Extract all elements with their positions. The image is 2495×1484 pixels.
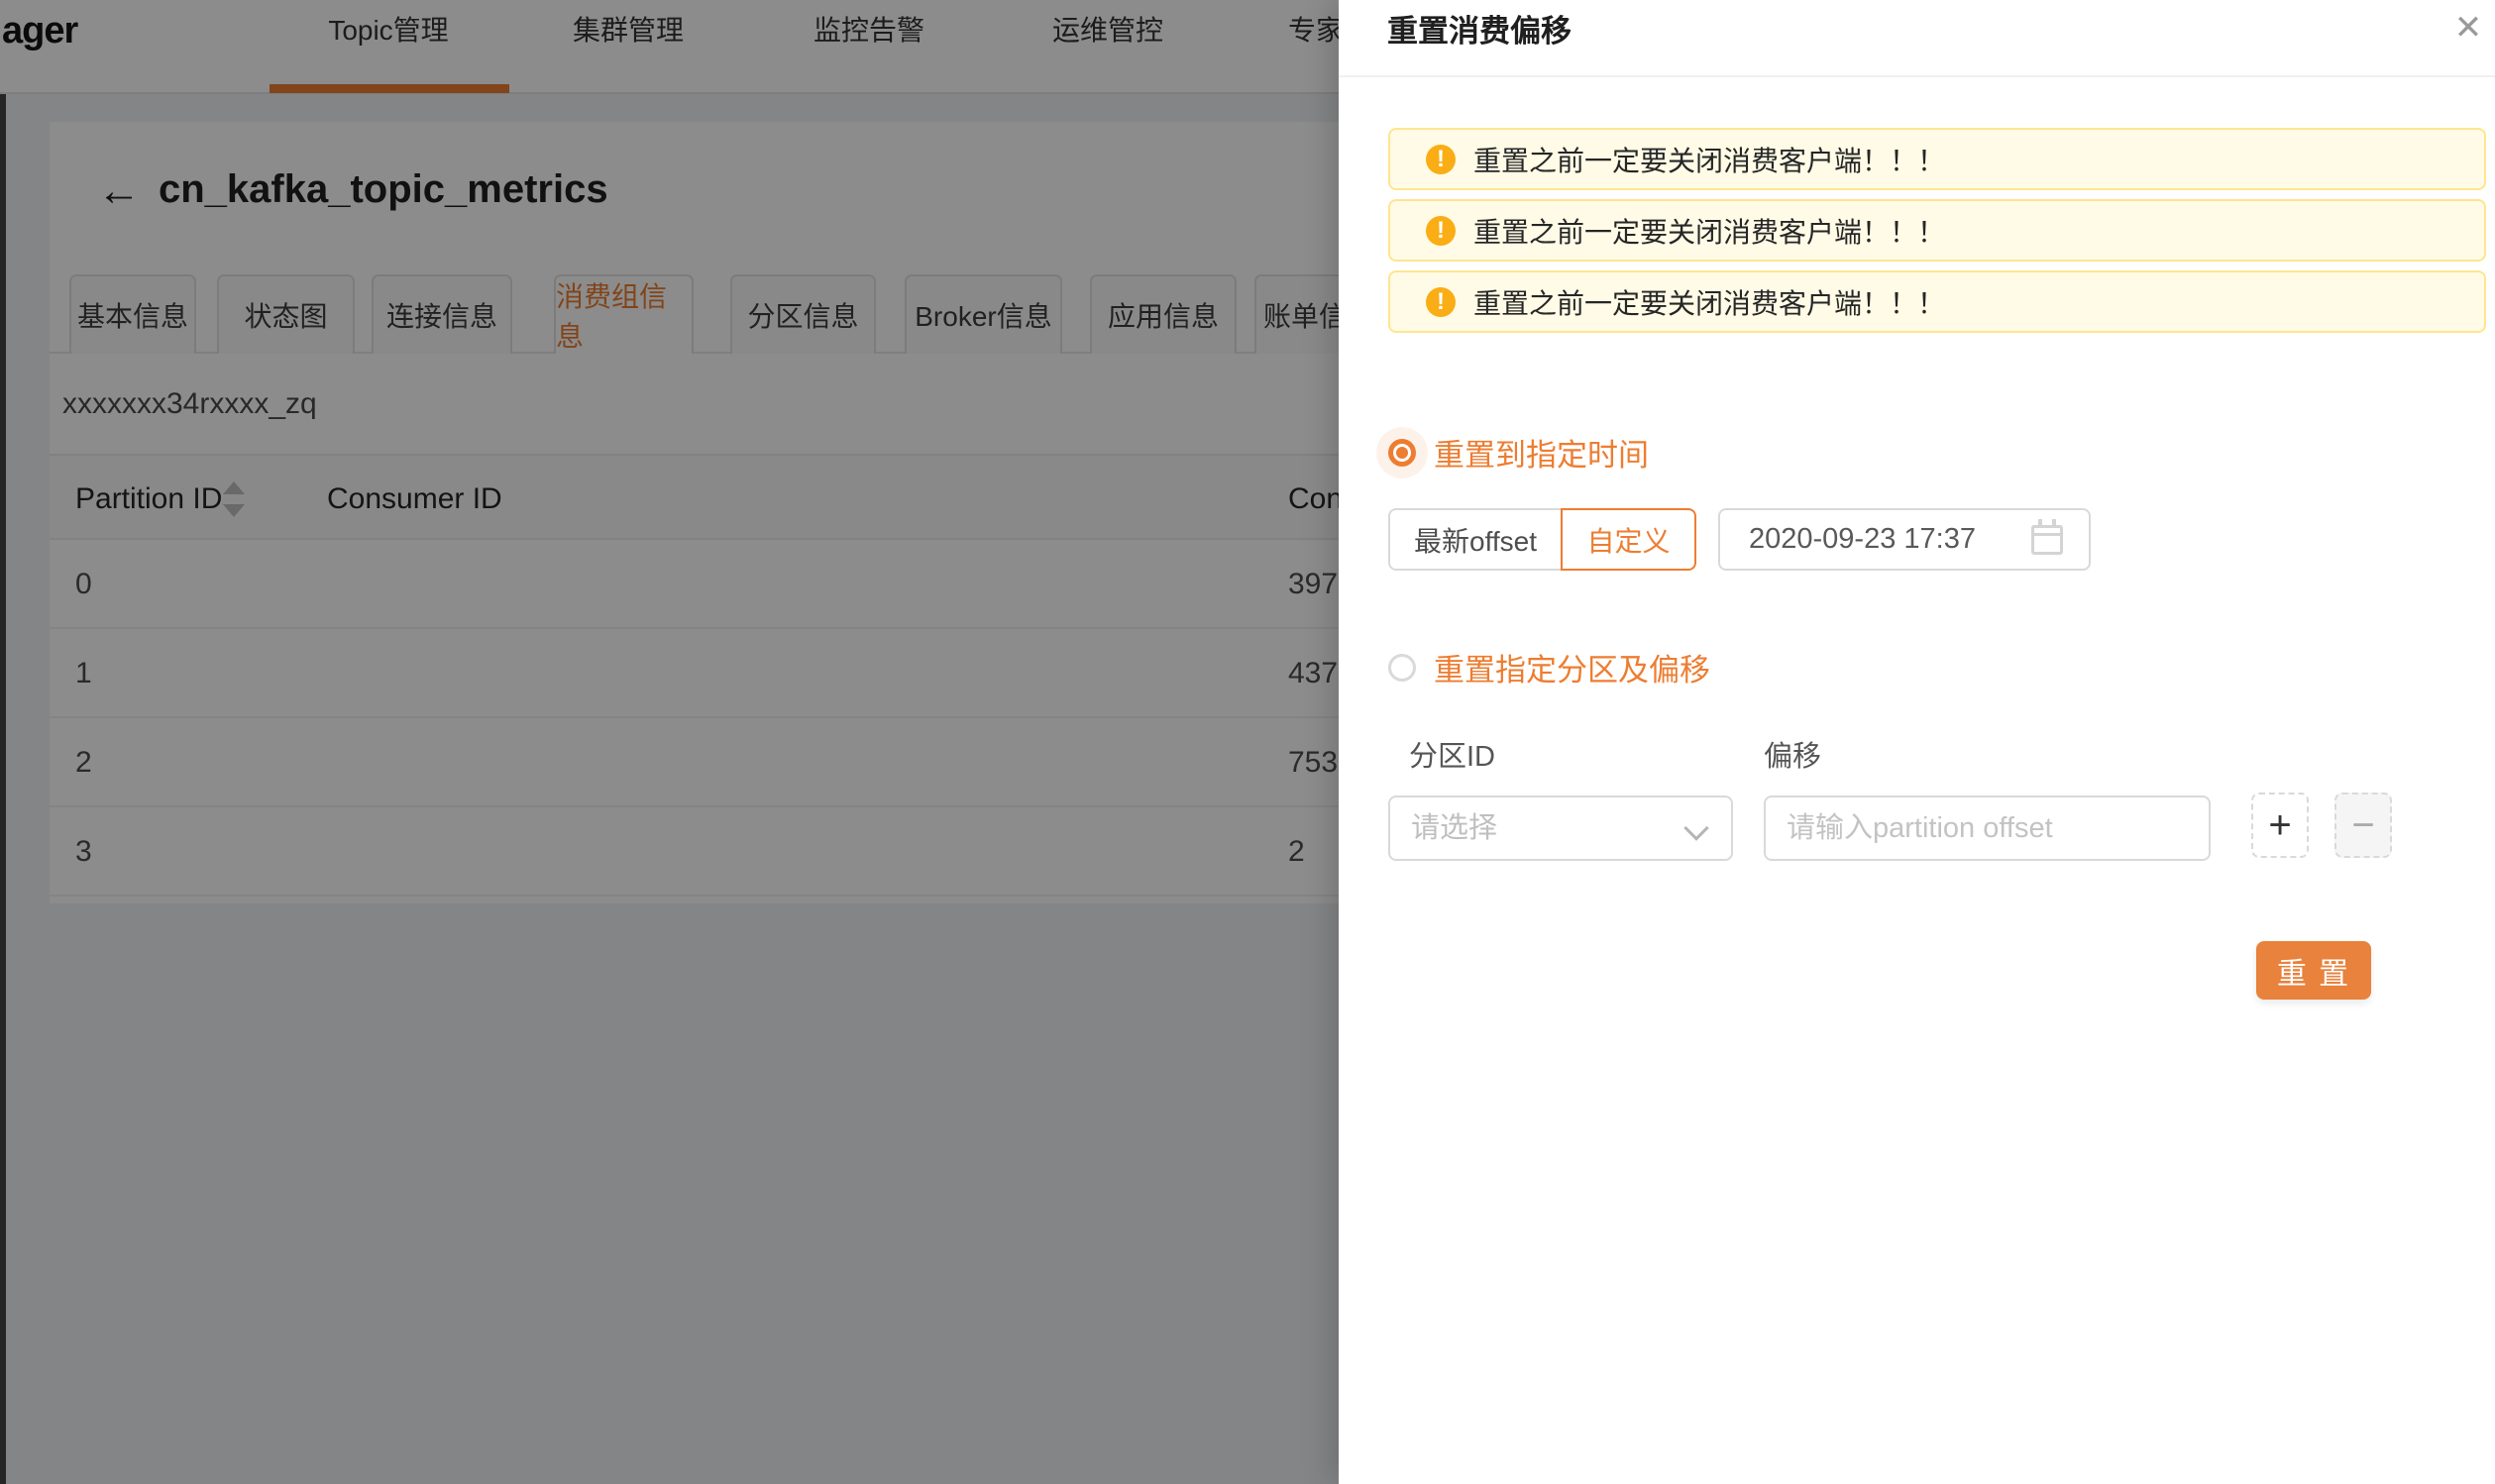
alert-text: 重置之前一定要关闭消费客户端！！！	[1473, 140, 1945, 179]
add-row-button[interactable]: +	[2251, 793, 2309, 858]
drawer-header: 重置消费偏移 ✕	[1339, 0, 2495, 77]
datetime-picker[interactable]: 2020-09-23 17:37	[1718, 508, 2091, 571]
close-icon[interactable]: ✕	[2441, 2, 2495, 57]
exclamation-circle-icon: !	[1426, 287, 1456, 317]
partition-select[interactable]: 请选择	[1388, 795, 1733, 861]
warning-alert: ! 重置之前一定要关闭消费客户端！！！	[1388, 270, 2486, 333]
radio-label: 重置到指定时间	[1434, 430, 1649, 475]
remove-row-button[interactable]: −	[2334, 793, 2392, 858]
warning-alert: ! 重置之前一定要关闭消费客户端！！！	[1388, 199, 2486, 262]
select-placeholder: 请选择	[1411, 797, 1497, 859]
latest-offset-button[interactable]: 最新offset	[1388, 508, 1563, 571]
offset-label: 偏移	[1764, 733, 1821, 775]
screen: ager Topic管理 集群管理 监控告警 运维管控 专家 ← cn_kafk…	[0, 0, 2495, 1484]
datetime-value: 2020-09-23 17:37	[1749, 510, 1976, 569]
calendar-icon	[2031, 525, 2063, 555]
alert-text: 重置之前一定要关闭消费客户端！！！	[1473, 282, 1945, 322]
plus-icon: +	[2268, 803, 2291, 848]
custom-offset-button[interactable]: 自定义	[1561, 508, 1696, 571]
radio-reset-to-time[interactable]: 重置到指定时间	[1388, 430, 1649, 475]
radio-checked-icon	[1388, 439, 1416, 467]
minus-icon: −	[2351, 803, 2374, 848]
drawer-title: 重置消费偏移	[1387, 6, 1572, 51]
chevron-down-icon	[1683, 815, 1708, 840]
radio-unchecked-icon	[1388, 654, 1416, 682]
reset-offset-drawer: 重置消费偏移 ✕ ! 重置之前一定要关闭消费客户端！！！ ! 重置之前一定要关闭…	[1339, 0, 2495, 1484]
exclamation-circle-icon: !	[1426, 145, 1456, 174]
radio-reset-partition-offset[interactable]: 重置指定分区及偏移	[1388, 645, 1710, 689]
exclamation-circle-icon: !	[1426, 216, 1456, 246]
reset-button[interactable]: 重 置	[2256, 941, 2371, 1000]
alert-text: 重置之前一定要关闭消费客户端！！！	[1473, 211, 1945, 251]
radio-label: 重置指定分区及偏移	[1434, 645, 1710, 689]
partition-id-label: 分区ID	[1409, 733, 1495, 775]
partition-offset-input[interactable]	[1764, 795, 2211, 861]
warning-alert: ! 重置之前一定要关闭消费客户端！！！	[1388, 128, 2486, 190]
